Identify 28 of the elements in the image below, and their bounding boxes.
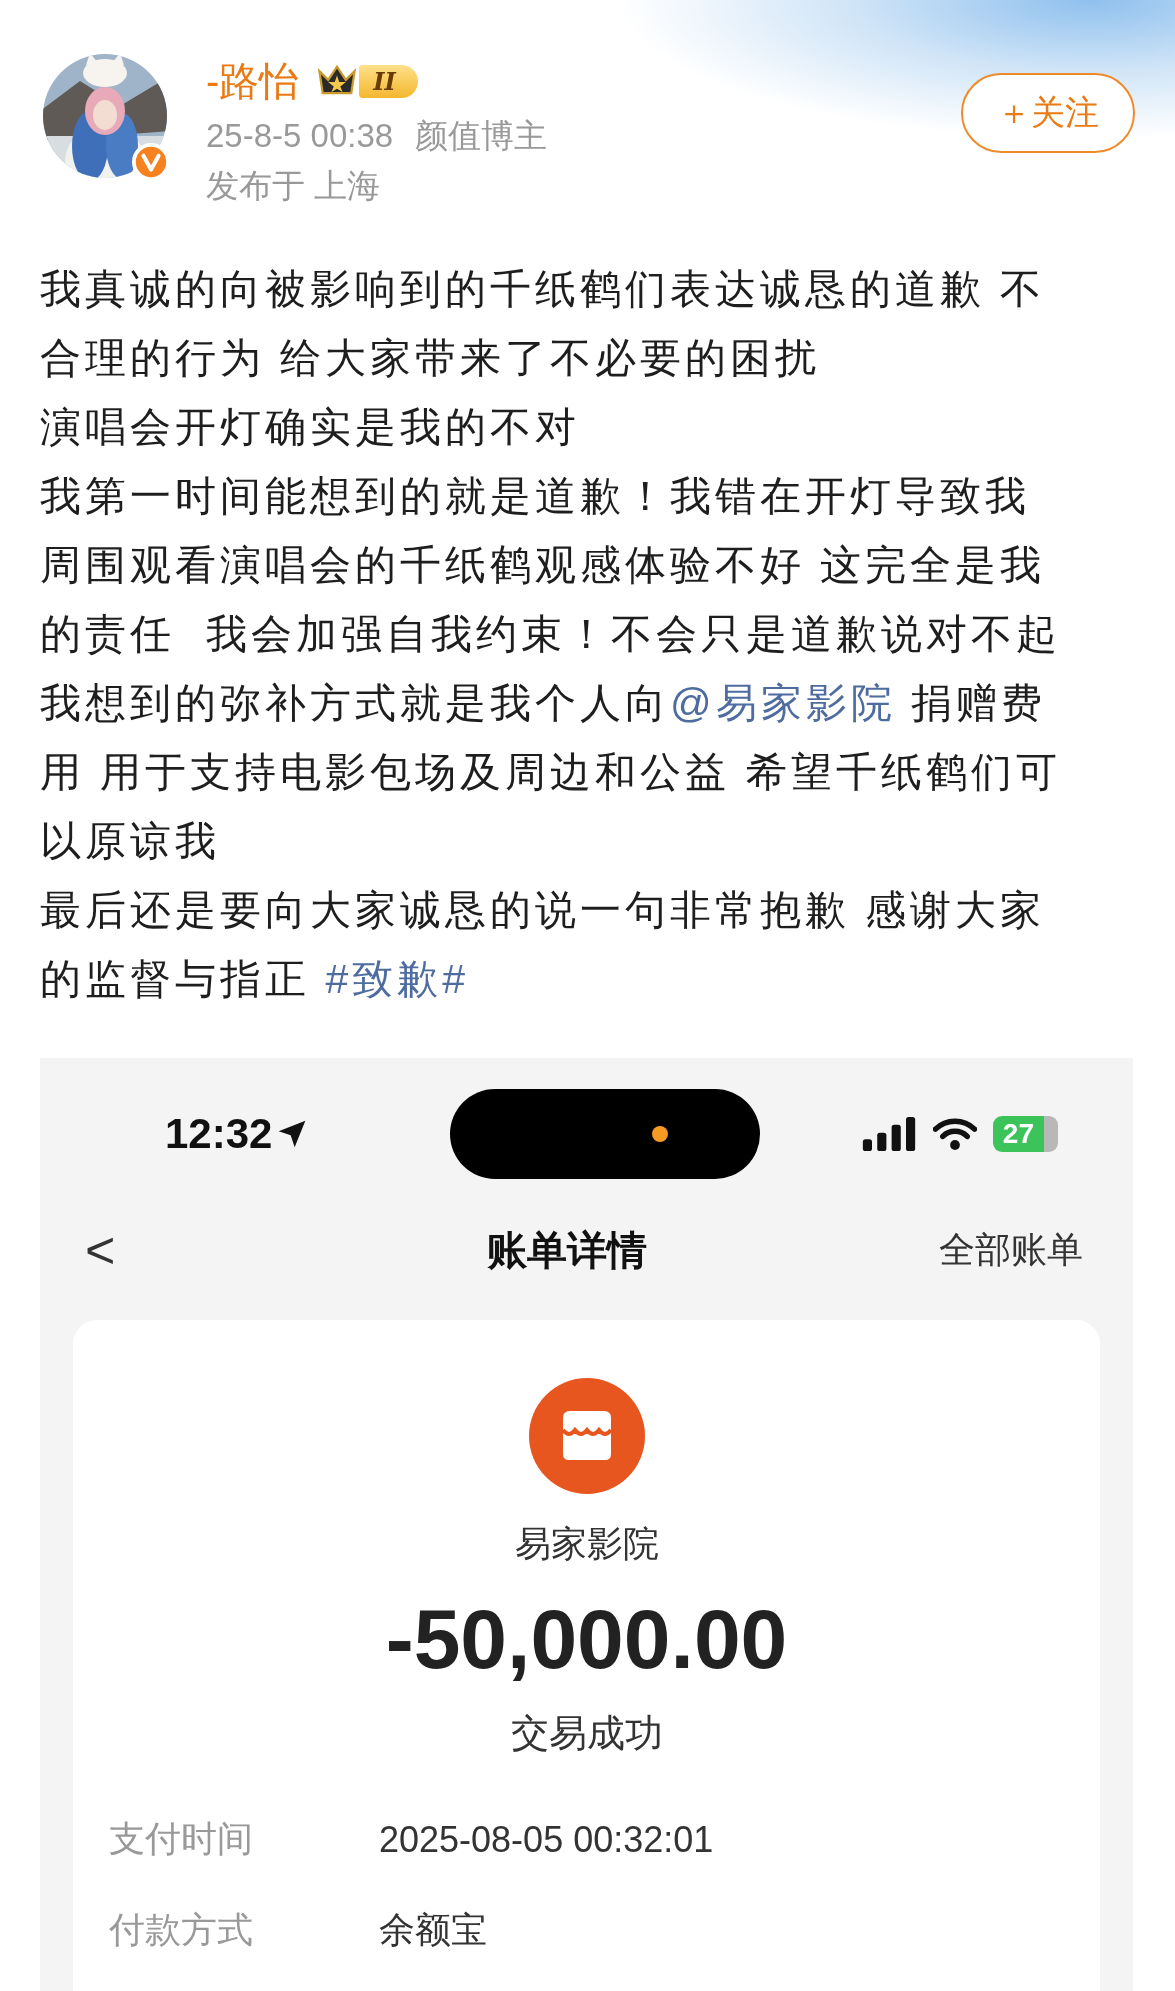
signal-icon — [860, 1117, 917, 1151]
author-name[interactable]: -路怡 — [206, 53, 300, 109]
detail-value: 2025-08-05 00:32:01 — [379, 1818, 714, 1861]
all-bills-link[interactable]: 全部账单 — [939, 1225, 1083, 1275]
hashtag-link[interactable]: #致歉# — [325, 956, 469, 1002]
follow-button[interactable]: ＋关注 — [961, 73, 1135, 153]
post-paragraph: 我真诚的向被影响到的千纸鹤们表达诚恳的道歉 不 合理的行为 给大家带来了不必要的困扰 — [40, 265, 1047, 383]
transaction-status: 交易成功 — [510, 1711, 663, 1756]
detail-label: 付款方式 — [109, 1908, 254, 1952]
back-button[interactable]: < — [85, 1220, 116, 1280]
author-tag: 颜值博主 — [415, 111, 548, 161]
battery-level: 27 — [992, 1116, 1058, 1152]
wifi-icon — [932, 1117, 977, 1151]
post-location: 发布于 上海 — [206, 166, 382, 206]
bill-amount: -50,000.00 — [385, 1591, 788, 1688]
post-time: 25-8-5 00:38 — [206, 116, 394, 156]
post-paragraph: 我想到的弥补方式就是我个人向@易家影院 捐赠费 用 用于支持电影包场及周边和公益 希望千纸鹤们可 以原谅我 — [40, 679, 1062, 866]
page-title: 账单详情 — [487, 1226, 648, 1274]
detail-label: 支付时间 — [109, 1817, 254, 1861]
detail-value: 余额宝 — [379, 1908, 487, 1952]
shop-icon — [528, 1378, 645, 1494]
merchant-name: 易家影院 — [514, 1522, 659, 1566]
status-time: 12:32 — [165, 1110, 273, 1158]
post-paragraph: 我第一时间能想到的就是道歉！我错在开灯导致我 周围观看演唱会的千纸鹤观感体验不好 这完全是我 的责任 我会加强自我约束！不会只是道歉说对不起 — [40, 472, 1062, 659]
rank-badge: II — [359, 64, 418, 98]
post-paragraph: 最后还是要向大家诚恳的说一句非常抱歉 感谢大家 的监督与指正 #致歉# — [40, 886, 1047, 1004]
post-paragraph: 演唱会开灯确实是我的不对 — [40, 403, 581, 452]
mention-link[interactable]: @易家影院 — [670, 680, 896, 726]
